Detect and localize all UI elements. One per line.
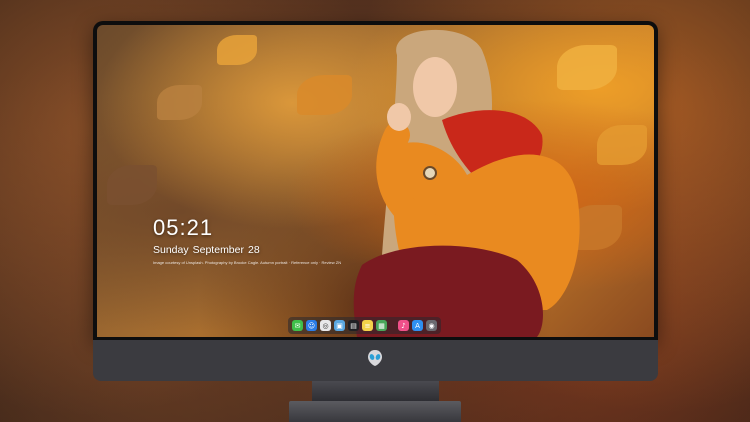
lock-clock: 05:21 — [153, 215, 214, 240]
lock-date: Sunday September 28 — [153, 244, 264, 256]
appstore-icon[interactable]: A — [412, 320, 423, 331]
lock-day: Sunday — [153, 244, 189, 256]
monitor-chin — [93, 340, 658, 381]
imac-monitor: 05:21 Sunday September 28 Image courtesy o… — [93, 21, 658, 381]
lock-date-number: 28 — [248, 244, 260, 256]
safari-icon[interactable]: ◎ — [320, 320, 331, 331]
dock: ✉ ☺ ◎ ▣ ▤ ≡ ▦ ♪ A ◉ — [288, 317, 441, 334]
lock-screen[interactable]: 05:21 Sunday September 28 Image courtesy o… — [97, 25, 654, 337]
finder-icon[interactable]: ☺ — [306, 320, 317, 331]
notes-icon[interactable]: ≡ — [362, 320, 373, 331]
lock-month: September — [192, 244, 244, 256]
photos-icon[interactable]: ▣ — [334, 320, 345, 331]
camera-icon[interactable]: ◉ — [426, 320, 437, 331]
wallpaper-person — [353, 29, 580, 337]
clapper-icon[interactable]: ▤ — [348, 320, 359, 331]
alien-logo-icon — [368, 350, 382, 366]
monitor-stand-base — [289, 401, 461, 422]
monitor-bezel: 05:21 Sunday September 28 Image courtesy o… — [93, 21, 658, 340]
music-icon[interactable]: ♪ — [398, 320, 409, 331]
lock-quote: Image courtesy of Unsplash. Photography … — [153, 260, 342, 265]
monitor-stand-neck — [312, 381, 439, 401]
preview-icon[interactable]: ▦ — [376, 320, 387, 331]
messages-icon[interactable]: ✉ — [292, 320, 303, 331]
